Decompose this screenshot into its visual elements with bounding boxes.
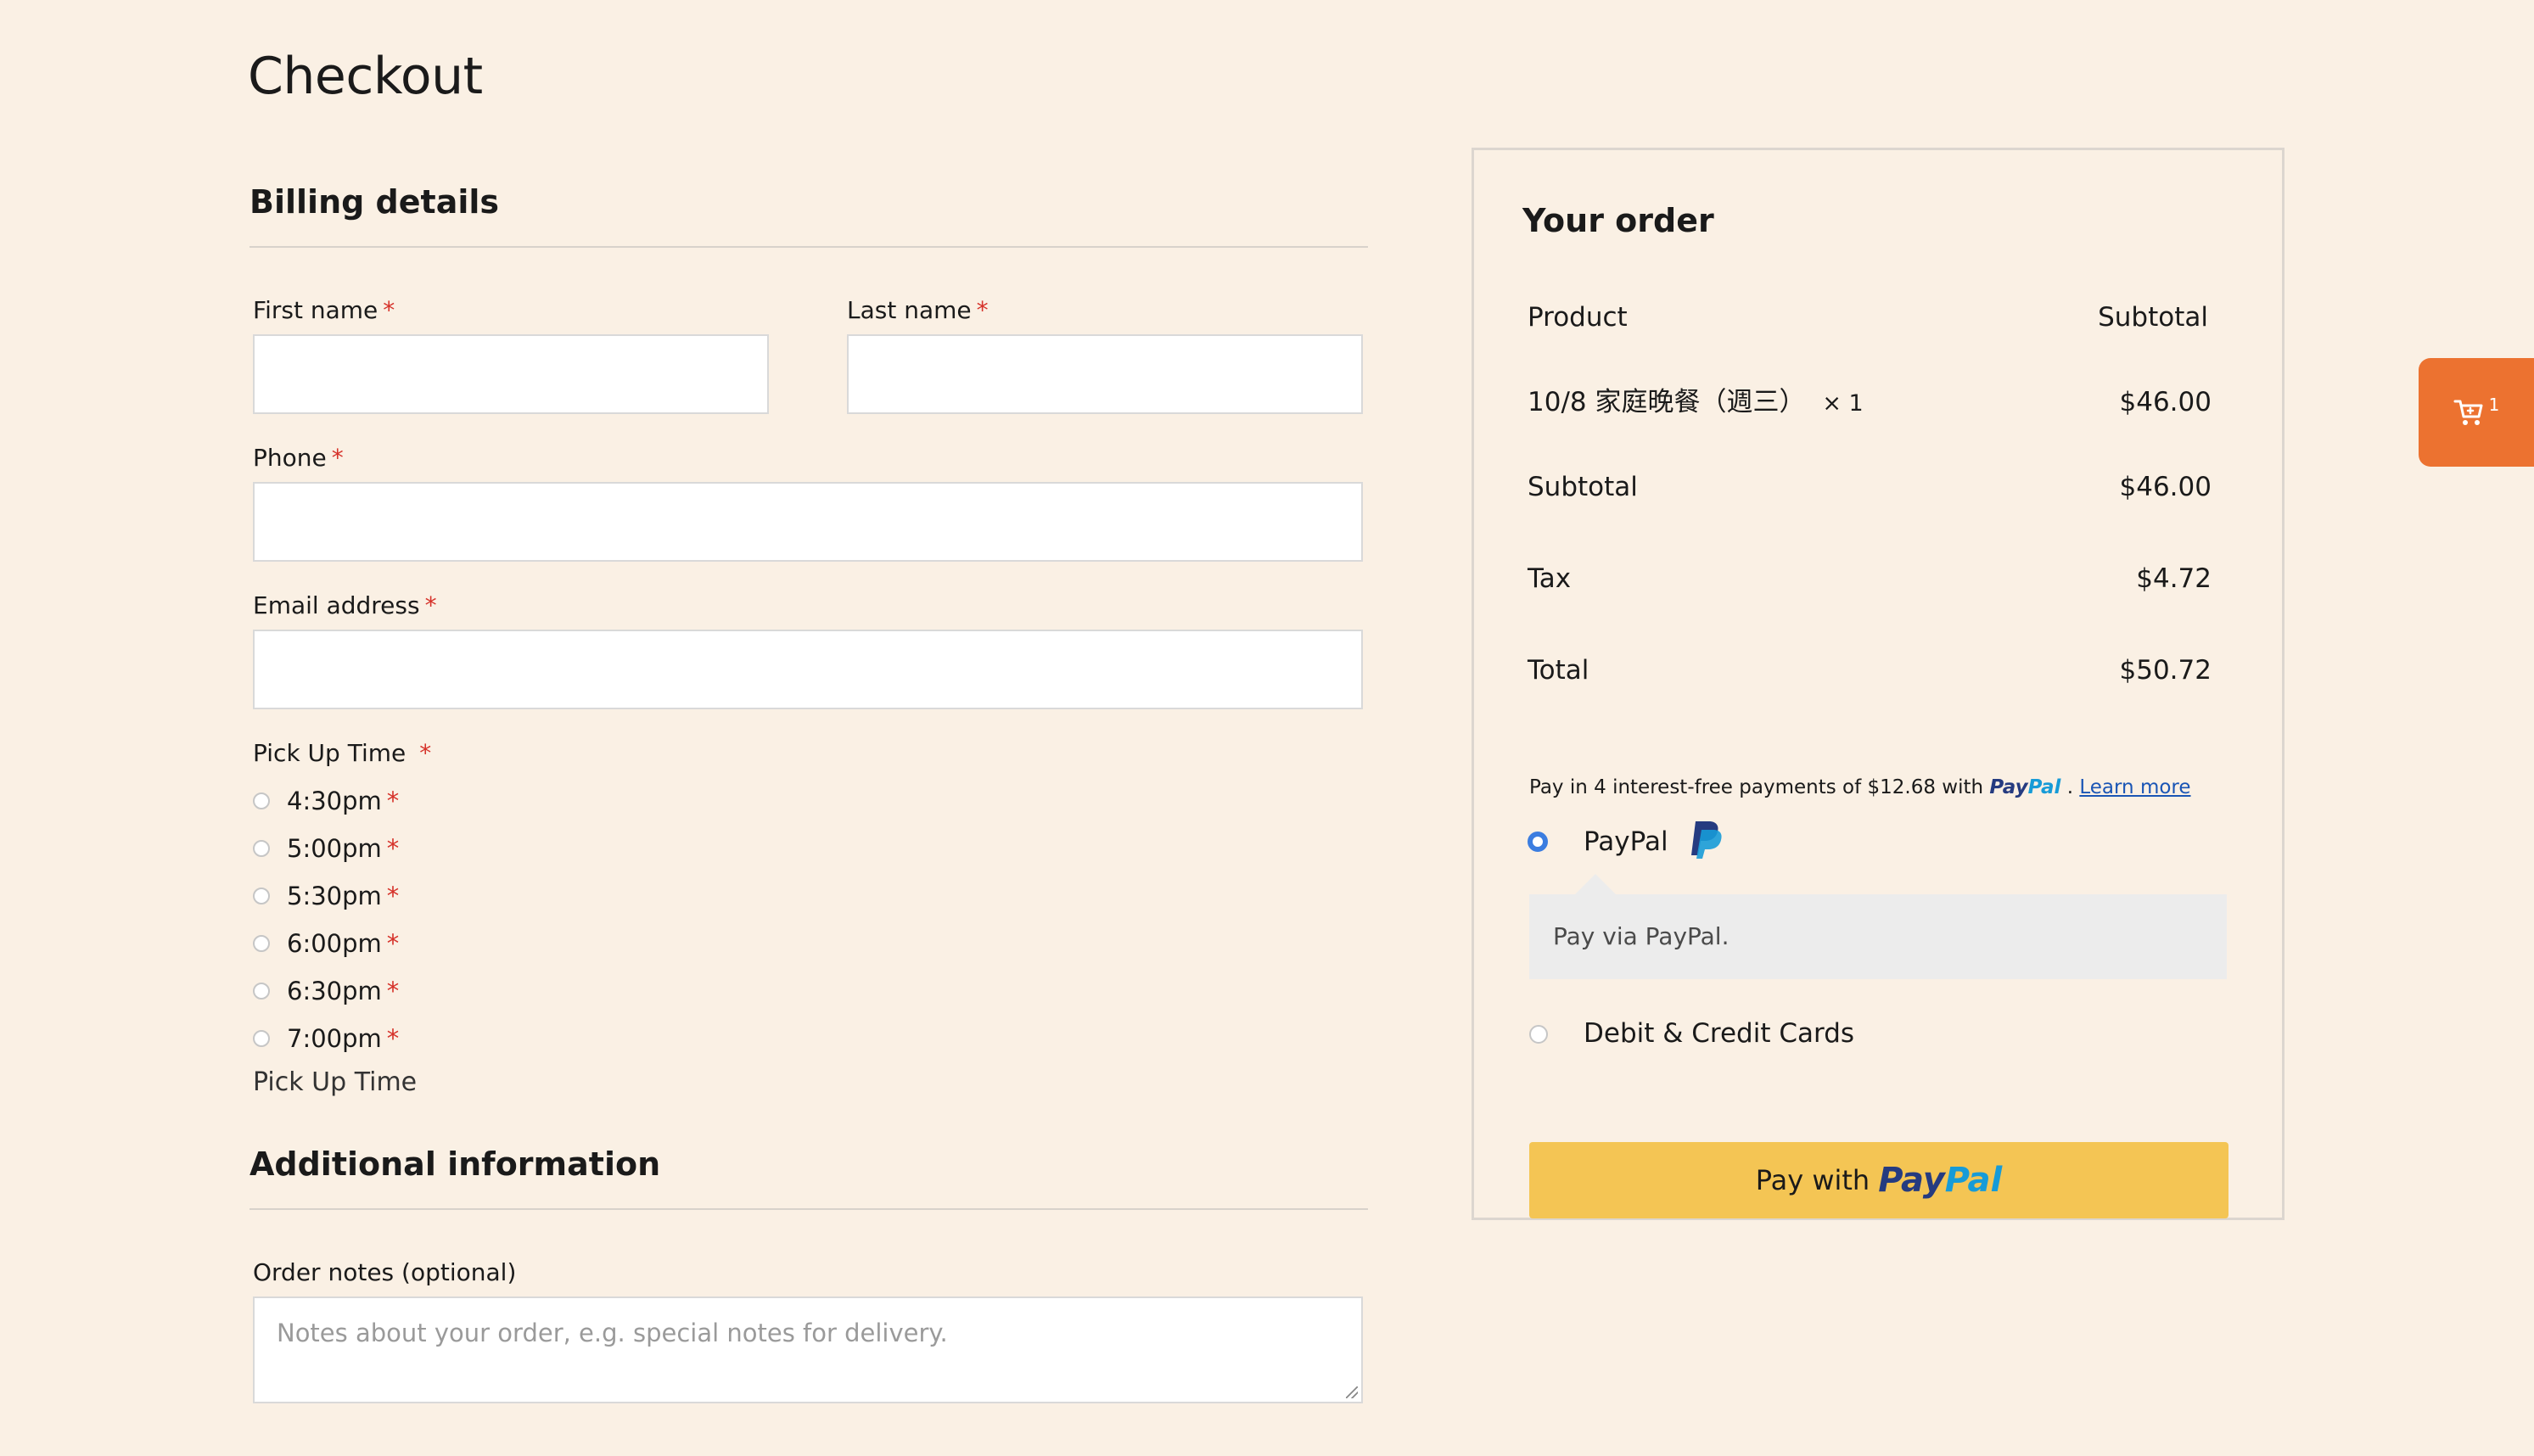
radio-button[interactable] <box>253 792 270 809</box>
pickup-time-label: Pick Up Time * <box>253 739 432 767</box>
order-item-qty: × 1 <box>1822 390 1864 417</box>
order-item-name: 10/8 家庭晚餐（週三） × 1 <box>1528 387 1864 417</box>
pay-later-message: Pay in 4 interest-free payments of $12.6… <box>1529 776 2191 798</box>
pickup-option[interactable]: 5:30pm * <box>253 879 399 913</box>
paypal-wordmark: PayPal <box>1989 776 2061 798</box>
paypal-radio[interactable] <box>1528 832 1548 852</box>
order-notes-textarea[interactable]: Notes about your order, e.g. special not… <box>253 1296 1363 1403</box>
billing-divider <box>249 246 1368 248</box>
total-label: Total <box>1528 655 1589 686</box>
radio-button[interactable] <box>253 1030 270 1047</box>
additional-divider <box>249 1208 1368 1210</box>
radio-button[interactable] <box>253 888 270 904</box>
floating-cart-button[interactable]: 1 <box>2419 358 2534 467</box>
pickup-option[interactable]: 7:00pm * <box>253 1022 399 1056</box>
pickup-time-caption: Pick Up Time <box>253 1067 418 1097</box>
subtotal-label: Subtotal <box>1528 472 1638 502</box>
pickup-option[interactable]: 5:00pm * <box>253 832 399 865</box>
tax-label: Tax <box>1528 563 1572 594</box>
paypal-option-label[interactable]: PayPal <box>1584 825 1668 859</box>
paypal-description: Pay via PayPal. <box>1529 894 2227 979</box>
your-order-heading: Your order <box>1522 202 1714 239</box>
subtotal-value: $46.00 <box>2119 472 2212 502</box>
order-notes-label: Order notes (optional) <box>253 1258 517 1286</box>
page-title: Checkout <box>248 47 483 106</box>
total-value: $50.72 <box>2119 655 2212 686</box>
phone-field[interactable] <box>253 482 1363 562</box>
resize-handle-icon[interactable] <box>1346 1386 1358 1398</box>
paypal-logo-icon <box>1691 821 1722 859</box>
cart-icon <box>2453 400 2483 425</box>
pickup-option[interactable]: 6:00pm * <box>253 927 399 960</box>
tax-value: $4.72 <box>2136 563 2212 594</box>
pickup-option[interactable]: 4:30pm * <box>253 784 399 818</box>
radio-selected-icon <box>1528 832 1548 852</box>
radio-button[interactable] <box>253 840 270 857</box>
additional-info-heading: Additional information <box>249 1145 661 1183</box>
cards-option-label[interactable]: Debit & Credit Cards <box>1584 1016 1854 1050</box>
subtotal-column-header: Subtotal <box>2098 302 2208 333</box>
radio-button[interactable] <box>253 935 270 952</box>
phone-label: Phone * <box>253 444 344 472</box>
order-notes-placeholder: Notes about your order, e.g. special not… <box>277 1319 948 1347</box>
cart-count-badge: 1 <box>2488 395 2500 415</box>
email-field[interactable] <box>253 630 1363 709</box>
last-name-label: Last name * <box>847 296 989 324</box>
radio-button[interactable] <box>253 983 270 1000</box>
product-column-header: Product <box>1528 302 1628 333</box>
email-label: Email address * <box>253 591 437 619</box>
paypal-button-wordmark: PayPal <box>1878 1161 2003 1200</box>
order-item-price: $46.00 <box>2119 387 2212 417</box>
pickup-option[interactable]: 6:30pm * <box>253 974 399 1008</box>
first-name-label: First name * <box>253 296 395 324</box>
first-name-field[interactable] <box>253 334 769 414</box>
pay-with-paypal-button[interactable]: Pay with PayPal <box>1529 1142 2228 1218</box>
paypal-note-arrow <box>1575 874 1616 894</box>
learn-more-link[interactable]: Learn more <box>2079 776 2190 798</box>
billing-details-heading: Billing details <box>249 183 499 221</box>
last-name-field[interactable] <box>847 334 1363 414</box>
cards-radio[interactable] <box>1529 1025 1548 1044</box>
